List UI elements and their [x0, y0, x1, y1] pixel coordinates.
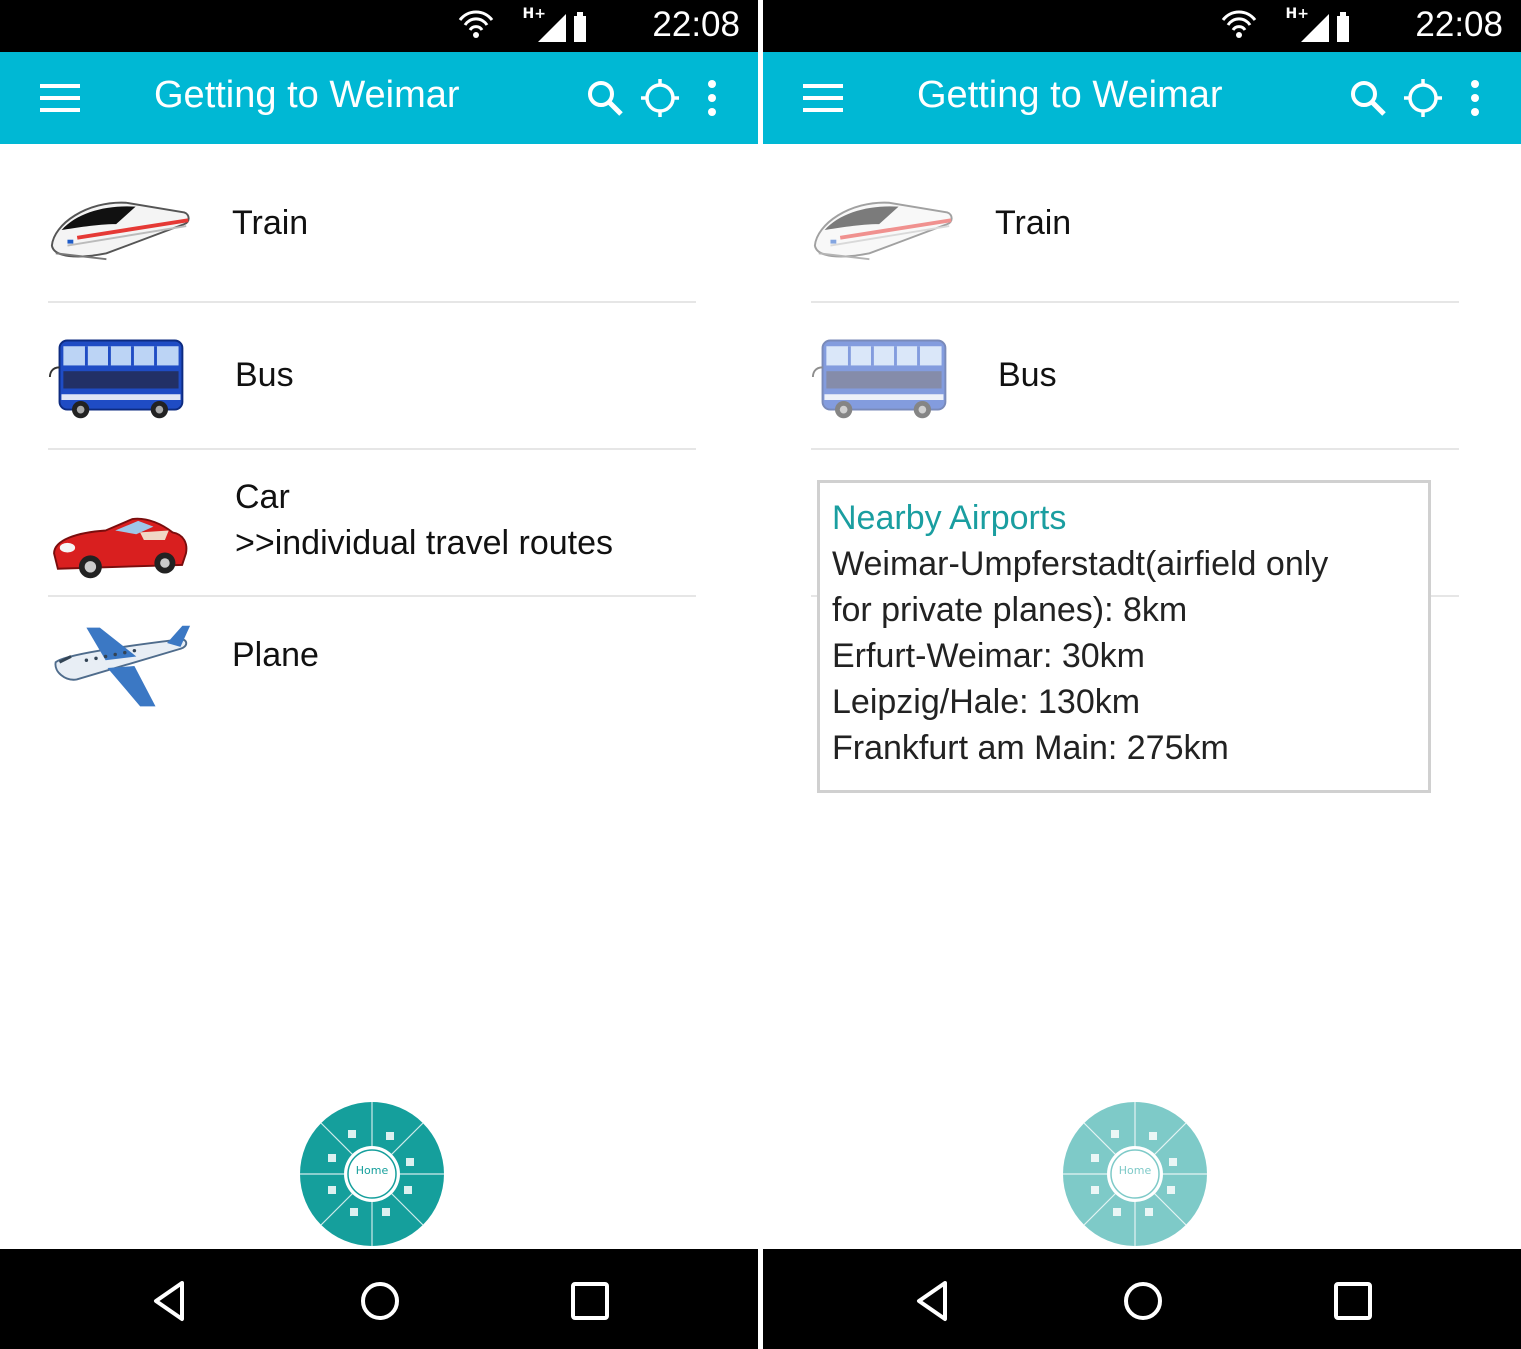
divider — [48, 448, 696, 450]
wheel-home-label[interactable]: Home — [298, 1164, 446, 1177]
screen-plane-popup: H+ 22:08 Getting to Weimar Train Bus Nea… — [763, 0, 1521, 1349]
list-item-label: Train — [995, 204, 1072, 242]
divider — [48, 595, 696, 597]
search-icon[interactable] — [1348, 78, 1388, 118]
back-icon[interactable] — [148, 1279, 192, 1323]
home-wheel-menu[interactable]: Home — [1061, 1100, 1209, 1248]
network-type: H+ — [1285, 6, 1309, 22]
app-bar: Getting to Weimar — [0, 52, 758, 144]
popup-line: Leipzig/Hale: 130km — [832, 683, 1141, 721]
list-item-label: Train — [232, 204, 309, 242]
list-item-bus[interactable]: Bus — [811, 332, 1459, 422]
my-location-icon[interactable] — [640, 78, 680, 118]
wifi-icon — [1221, 10, 1257, 38]
divider — [811, 301, 1459, 303]
battery-icon — [574, 12, 586, 42]
list-item-label: Car — [235, 478, 290, 516]
app-bar: Getting to Weimar — [763, 52, 1521, 144]
back-icon[interactable] — [911, 1279, 955, 1323]
list-item-train[interactable]: Train — [811, 190, 1459, 270]
popup-line: Erfurt-Weimar: 30km — [832, 637, 1145, 675]
divider — [48, 301, 696, 303]
recent-apps-icon[interactable] — [1331, 1279, 1375, 1323]
train-image — [811, 194, 957, 264]
search-icon[interactable] — [585, 78, 625, 118]
bus-image — [48, 332, 192, 420]
my-location-icon[interactable] — [1403, 78, 1443, 118]
status-bar: H+ 22:08 — [0, 0, 758, 52]
hamburger-menu-icon[interactable] — [803, 82, 847, 114]
bus-image — [811, 332, 955, 420]
plane-image — [48, 622, 192, 712]
home-icon[interactable] — [1121, 1279, 1165, 1323]
divider — [811, 448, 1459, 450]
list-item-sublabel: >>individual travel routes — [235, 524, 614, 562]
navigation-bar — [0, 1249, 758, 1349]
battery-icon — [1337, 12, 1349, 42]
overflow-menu-icon[interactable] — [700, 78, 724, 118]
list-item-car[interactable]: Car >>individual travel routes — [48, 474, 696, 584]
list-item-label: Bus — [235, 356, 294, 394]
list-item-bus[interactable]: Bus — [48, 332, 696, 422]
screen-transport-list: H+ 22:08 Getting to Weimar Train Bus Car… — [0, 0, 758, 1349]
status-bar: H+ 22:08 — [763, 0, 1521, 52]
hamburger-menu-icon[interactable] — [40, 82, 84, 114]
nearby-airports-popup: Nearby Airports Weimar-Umpferstadt(airfi… — [817, 480, 1431, 793]
network-type: H+ — [522, 6, 546, 22]
list-item-train[interactable]: Train — [48, 190, 696, 270]
train-image — [48, 194, 194, 264]
home-wheel-menu[interactable]: Home — [298, 1100, 446, 1248]
popup-title: Nearby Airports — [832, 499, 1067, 537]
recent-apps-icon[interactable] — [568, 1279, 612, 1323]
page-title: Getting to Weimar — [917, 74, 1223, 116]
wheel-home-label[interactable]: Home — [1061, 1164, 1209, 1177]
overflow-menu-icon[interactable] — [1463, 78, 1487, 118]
popup-line: Frankfurt am Main: 275km — [832, 729, 1229, 767]
list-item-plane[interactable]: Plane — [48, 622, 696, 714]
clock: 22:08 — [652, 5, 740, 44]
popup-line: for private planes): 8km — [832, 591, 1188, 629]
wifi-icon — [458, 10, 494, 38]
clock: 22:08 — [1415, 5, 1503, 44]
navigation-bar — [763, 1249, 1521, 1349]
home-icon[interactable] — [358, 1279, 402, 1323]
page-title: Getting to Weimar — [154, 74, 460, 116]
popup-line: Weimar-Umpferstadt(airfield only — [832, 545, 1329, 583]
car-image — [48, 498, 192, 584]
list-item-label: Bus — [998, 356, 1057, 394]
list-item-label: Plane — [232, 636, 319, 674]
